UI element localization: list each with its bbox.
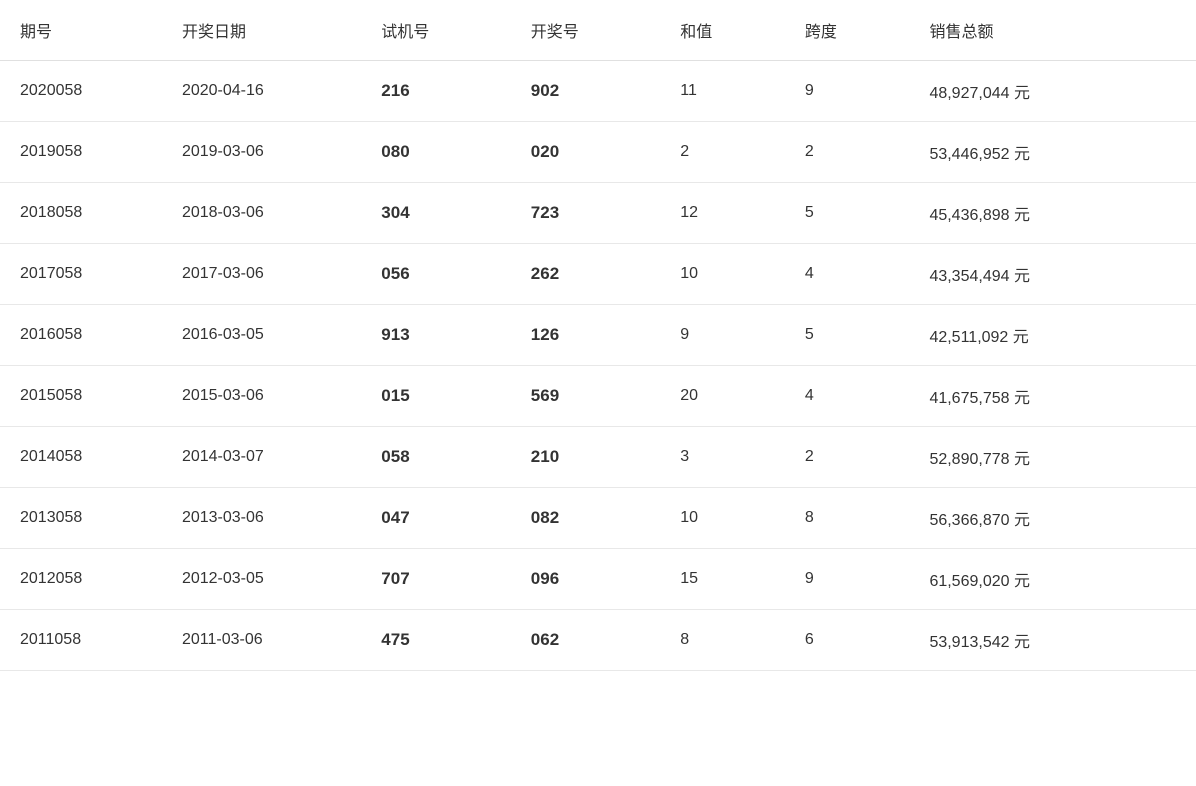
cell-date: 2017-03-06 [162,244,361,305]
cell-sum: 9 [660,305,785,366]
table-row: 20170582017-03-0605626210443,354,494 元 [0,244,1196,305]
cell-winning: 210 [511,427,661,488]
cell-trial: 304 [361,183,511,244]
cell-span: 2 [785,427,910,488]
cell-winning: 569 [511,366,661,427]
cell-date: 2011-03-06 [162,610,361,671]
cell-id: 2019058 [0,122,162,183]
table-row: 20140582014-03-070582103252,890,778 元 [0,427,1196,488]
cell-trial: 707 [361,549,511,610]
table-row: 20150582015-03-0601556920441,675,758 元 [0,366,1196,427]
cell-span: 6 [785,610,910,671]
cell-span: 5 [785,305,910,366]
cell-span: 5 [785,183,910,244]
cell-sales: 56,366,870 元 [909,488,1196,549]
table-row: 20200582020-04-1621690211948,927,044 元 [0,61,1196,122]
cell-winning: 020 [511,122,661,183]
cell-id: 2012058 [0,549,162,610]
header-span: 跨度 [785,0,910,61]
cell-trial: 015 [361,366,511,427]
table-row: 20120582012-03-0570709615961,569,020 元 [0,549,1196,610]
table-header-row: 期号 开奖日期 试机号 开奖号 和值 跨度 销售总额 [0,0,1196,61]
cell-sales: 53,446,952 元 [909,122,1196,183]
cell-sum: 2 [660,122,785,183]
cell-trial: 913 [361,305,511,366]
cell-span: 4 [785,244,910,305]
cell-winning: 126 [511,305,661,366]
cell-sales: 61,569,020 元 [909,549,1196,610]
cell-span: 9 [785,549,910,610]
cell-id: 2013058 [0,488,162,549]
cell-sum: 3 [660,427,785,488]
cell-id: 2015058 [0,366,162,427]
cell-sum: 15 [660,549,785,610]
cell-trial: 056 [361,244,511,305]
cell-sum: 10 [660,488,785,549]
table-row: 20130582013-03-0604708210856,366,870 元 [0,488,1196,549]
header-sum: 和值 [660,0,785,61]
header-date: 开奖日期 [162,0,361,61]
cell-date: 2015-03-06 [162,366,361,427]
cell-winning: 096 [511,549,661,610]
cell-date: 2020-04-16 [162,61,361,122]
cell-id: 2017058 [0,244,162,305]
cell-date: 2014-03-07 [162,427,361,488]
header-trial: 试机号 [361,0,511,61]
cell-winning: 082 [511,488,661,549]
cell-date: 2013-03-06 [162,488,361,549]
cell-id: 2011058 [0,610,162,671]
cell-sum: 11 [660,61,785,122]
cell-sales: 41,675,758 元 [909,366,1196,427]
cell-span: 2 [785,122,910,183]
cell-span: 4 [785,366,910,427]
cell-sum: 8 [660,610,785,671]
header-id: 期号 [0,0,162,61]
cell-span: 8 [785,488,910,549]
cell-sum: 12 [660,183,785,244]
cell-id: 2014058 [0,427,162,488]
cell-winning: 723 [511,183,661,244]
cell-sales: 43,354,494 元 [909,244,1196,305]
cell-sales: 48,927,044 元 [909,61,1196,122]
cell-sales: 45,436,898 元 [909,183,1196,244]
cell-sum: 20 [660,366,785,427]
cell-trial: 475 [361,610,511,671]
cell-id: 2020058 [0,61,162,122]
header-winning: 开奖号 [511,0,661,61]
cell-trial: 058 [361,427,511,488]
table-row: 20180582018-03-0630472312545,436,898 元 [0,183,1196,244]
cell-trial: 047 [361,488,511,549]
cell-id: 2016058 [0,305,162,366]
cell-sum: 10 [660,244,785,305]
cell-date: 2018-03-06 [162,183,361,244]
cell-trial: 216 [361,61,511,122]
cell-date: 2016-03-05 [162,305,361,366]
table-row: 20190582019-03-060800202253,446,952 元 [0,122,1196,183]
cell-trial: 080 [361,122,511,183]
cell-span: 9 [785,61,910,122]
cell-sales: 52,890,778 元 [909,427,1196,488]
main-container: 期号 开奖日期 试机号 开奖号 和值 跨度 销售总额 20200582020-0… [0,0,1196,786]
cell-date: 2012-03-05 [162,549,361,610]
cell-sales: 42,511,092 元 [909,305,1196,366]
cell-winning: 262 [511,244,661,305]
cell-date: 2019-03-06 [162,122,361,183]
header-sales: 销售总额 [909,0,1196,61]
cell-winning: 062 [511,610,661,671]
cell-id: 2018058 [0,183,162,244]
cell-winning: 902 [511,61,661,122]
table-row: 20160582016-03-059131269542,511,092 元 [0,305,1196,366]
lottery-table: 期号 开奖日期 试机号 开奖号 和值 跨度 销售总额 20200582020-0… [0,0,1196,671]
table-row: 20110582011-03-064750628653,913,542 元 [0,610,1196,671]
cell-sales: 53,913,542 元 [909,610,1196,671]
